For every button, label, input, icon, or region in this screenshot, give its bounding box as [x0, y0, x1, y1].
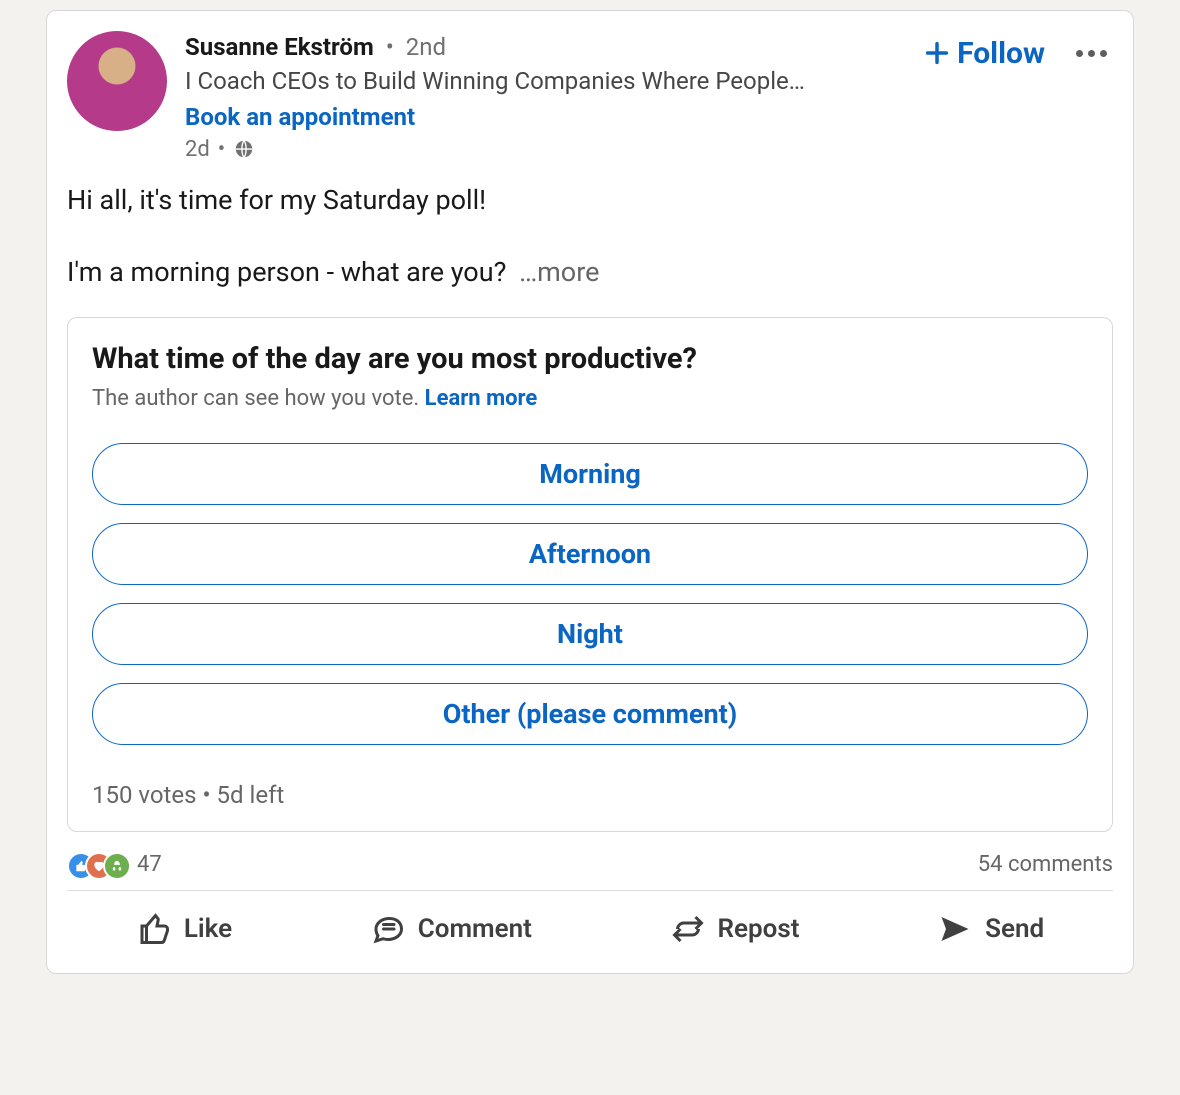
send-label: Send: [985, 914, 1044, 944]
celebrate-reaction-icon: [103, 852, 131, 880]
comment-label: Comment: [418, 914, 532, 944]
author-avatar[interactable]: [67, 31, 167, 131]
repost-button[interactable]: Repost: [652, 901, 818, 957]
poll-option[interactable]: Night: [92, 603, 1088, 665]
post-actions: Like Comment Repost Send: [67, 891, 1113, 967]
post-text-line: I'm a morning person - what are you?: [67, 256, 506, 288]
repost-icon: [670, 911, 706, 947]
dot-separator: •: [202, 781, 216, 809]
poll-vote-count: 150 votes: [92, 781, 197, 809]
repost-label: Repost: [718, 914, 800, 944]
connection-degree: 2nd: [406, 33, 446, 61]
thumbs-up-icon: [136, 911, 172, 947]
book-appointment-link[interactable]: Book an appointment: [185, 103, 905, 131]
like-button[interactable]: Like: [118, 901, 250, 957]
learn-more-link[interactable]: Learn more: [425, 386, 538, 411]
send-icon: [937, 911, 973, 947]
post-card: Susanne Ekström • 2nd I Coach CEOs to Bu…: [46, 10, 1134, 974]
follow-button[interactable]: Follow: [923, 36, 1045, 71]
poll-visibility-note: The author can see how you vote.: [92, 386, 425, 411]
comment-icon: [370, 911, 406, 947]
poll-question: What time of the day are you most produc…: [92, 342, 1088, 376]
poll-container: What time of the day are you most produc…: [67, 317, 1113, 832]
post-header: Susanne Ekström • 2nd I Coach CEOs to Bu…: [67, 31, 1113, 162]
post-time: 2d: [185, 137, 210, 162]
ellipsis-icon: [1076, 50, 1107, 57]
plus-icon: [923, 39, 951, 67]
author-name[interactable]: Susanne Ekström: [185, 33, 374, 61]
follow-label: Follow: [957, 36, 1045, 71]
poll-option[interactable]: Other (please comment): [92, 683, 1088, 745]
dot-separator: •: [386, 33, 394, 61]
more-options-button[interactable]: [1069, 31, 1113, 75]
poll-option[interactable]: Morning: [92, 443, 1088, 505]
comment-button[interactable]: Comment: [352, 901, 550, 957]
reaction-icons: [67, 852, 129, 878]
post-body: Hi all, it's time for my Saturday poll! …: [67, 180, 1113, 293]
like-label: Like: [184, 914, 232, 944]
author-headline: I Coach CEOs to Build Winning Companies …: [185, 65, 905, 99]
globe-icon: [233, 138, 255, 160]
reactions-count: 47: [137, 852, 162, 877]
poll-option[interactable]: Afternoon: [92, 523, 1088, 585]
send-button[interactable]: Send: [919, 901, 1062, 957]
author-block: Susanne Ekström • 2nd I Coach CEOs to Bu…: [185, 31, 905, 162]
see-more-link[interactable]: …more: [519, 256, 599, 288]
post-stats: 47 54 comments: [67, 846, 1113, 891]
dot-separator: •: [218, 137, 225, 162]
post-text-line: Hi all, it's time for my Saturday poll!: [67, 180, 1113, 221]
reactions-button[interactable]: 47: [67, 852, 162, 878]
poll-time-left: 5d left: [217, 781, 285, 809]
comments-count-link[interactable]: 54 comments: [978, 852, 1113, 877]
